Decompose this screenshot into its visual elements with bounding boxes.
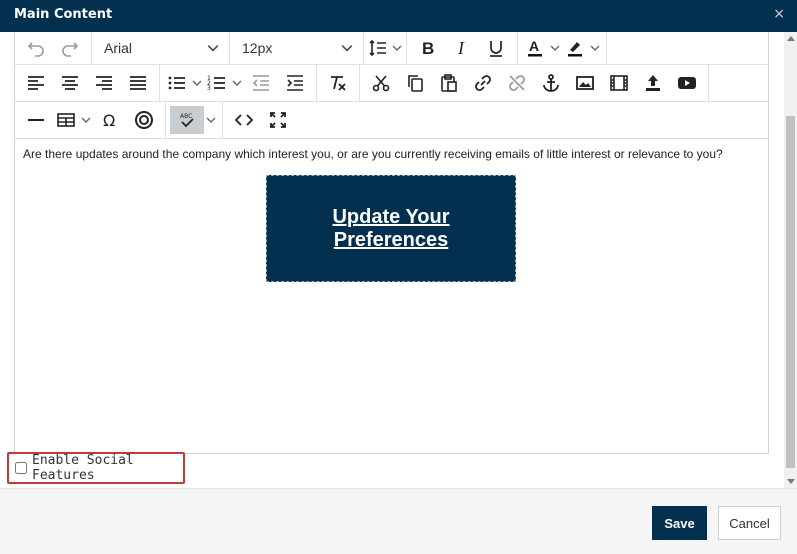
- table-icon[interactable]: [53, 106, 79, 134]
- outdent-icon[interactable]: [244, 69, 278, 97]
- svg-text:A: A: [529, 38, 539, 54]
- undo-icon[interactable]: [19, 34, 53, 62]
- chevron-down-icon[interactable]: [79, 106, 93, 134]
- upload-icon[interactable]: [636, 69, 670, 97]
- align-center-icon[interactable]: [53, 69, 87, 97]
- chevron-down-icon[interactable]: [548, 34, 562, 62]
- paste-icon[interactable]: [432, 69, 466, 97]
- highlight-color-icon[interactable]: [562, 34, 588, 62]
- view-group: [223, 102, 299, 138]
- font-size-value: 12px: [242, 40, 273, 56]
- text-color-icon[interactable]: A: [522, 34, 548, 62]
- dialog-body: Arial 12px B I A 1 2 3 Ω ABC Are there u…: [0, 32, 797, 488]
- unlink-icon[interactable]: [500, 69, 534, 97]
- line-height-icon[interactable]: [366, 34, 390, 62]
- dialog-footer: Save Cancel: [0, 488, 797, 554]
- chevron-down-icon: [341, 45, 353, 52]
- color-group: A: [518, 32, 607, 64]
- line-height-group: [364, 32, 407, 64]
- youtube-icon[interactable]: [670, 69, 704, 97]
- video-icon[interactable]: [602, 69, 636, 97]
- cut-icon[interactable]: [364, 69, 398, 97]
- scrollbar-thumb[interactable]: [786, 116, 795, 468]
- svg-text:ABC: ABC: [180, 113, 192, 120]
- update-preferences-cta[interactable]: Update Your Preferences: [266, 175, 516, 282]
- body-paragraph: Are there updates around the company whi…: [23, 147, 723, 161]
- clear-formatting-icon[interactable]: [321, 69, 355, 97]
- cta-link[interactable]: Update Your Preferences: [316, 206, 466, 252]
- image-icon[interactable]: [568, 69, 602, 97]
- align-right-icon[interactable]: [87, 69, 121, 97]
- underline-icon[interactable]: [479, 34, 513, 62]
- numbered-list-icon[interactable]: 123: [204, 69, 230, 97]
- toolbar-row-1: Arial 12px B I A: [15, 32, 768, 65]
- clear-format-group: [317, 65, 360, 101]
- chevron-down-icon[interactable]: [230, 69, 244, 97]
- enable-social-features-label[interactable]: Enable Social Features: [32, 453, 183, 483]
- bullet-list-icon[interactable]: [164, 69, 190, 97]
- redo-icon[interactable]: [53, 34, 87, 62]
- align-left-icon[interactable]: [19, 69, 53, 97]
- svg-text:I: I: [457, 38, 465, 58]
- link-icon[interactable]: [466, 69, 500, 97]
- italic-icon[interactable]: I: [445, 34, 479, 62]
- anchor-icon[interactable]: [534, 69, 568, 97]
- target-icon[interactable]: [127, 106, 161, 134]
- font-family-select[interactable]: Arial: [92, 32, 230, 64]
- editor-content[interactable]: Are there updates around the company whi…: [15, 139, 768, 453]
- omega-icon[interactable]: Ω: [93, 106, 127, 134]
- save-button[interactable]: Save: [652, 506, 707, 540]
- cancel-button[interactable]: Cancel: [718, 506, 781, 540]
- alignment-group: [15, 65, 160, 101]
- list-group: 123: [160, 65, 317, 101]
- dialog-title: Main Content: [14, 7, 113, 22]
- chevron-down-icon: [207, 45, 219, 52]
- font-size-select[interactable]: 12px: [230, 32, 364, 64]
- horizontal-rule-icon[interactable]: [19, 106, 53, 134]
- toolbar-row-3: Ω ABC: [15, 102, 768, 139]
- vertical-scrollbar[interactable]: [784, 32, 797, 488]
- history-group: [15, 32, 92, 64]
- svg-text:Ω: Ω: [103, 111, 115, 130]
- scroll-down-arrow-icon[interactable]: [787, 479, 795, 484]
- svg-text:3: 3: [207, 85, 211, 92]
- text-style-group: B I: [407, 32, 518, 64]
- toolbar-row-2: 123: [15, 65, 768, 102]
- enable-social-features-row: Enable Social Features: [7, 452, 185, 484]
- rich-text-editor: Arial 12px B I A 1 2 3 Ω ABC Are there u…: [14, 32, 769, 454]
- spellcheck-icon[interactable]: ABC: [170, 106, 204, 134]
- bold-icon[interactable]: B: [411, 34, 445, 62]
- chevron-down-icon[interactable]: [190, 69, 204, 97]
- chevron-down-icon[interactable]: [390, 34, 404, 62]
- font-family-value: Arial: [104, 40, 133, 56]
- dialog-titlebar: Main Content ×: [0, 0, 797, 32]
- chevron-down-icon[interactable]: [204, 106, 218, 134]
- indent-icon[interactable]: [278, 69, 312, 97]
- close-icon[interactable]: ×: [773, 6, 785, 22]
- svg-text:B: B: [422, 39, 434, 58]
- justify-icon[interactable]: [121, 69, 155, 97]
- copy-icon[interactable]: [398, 69, 432, 97]
- enable-social-features-checkbox[interactable]: [15, 462, 27, 474]
- main-content-dialog: Main Content × Arial 12px B I A 1 2 3 Ω …: [0, 0, 797, 554]
- chevron-down-icon[interactable]: [588, 34, 602, 62]
- clipboard-media-group: [360, 65, 709, 101]
- fullscreen-icon[interactable]: [261, 106, 295, 134]
- scroll-up-arrow-icon[interactable]: [787, 36, 795, 41]
- insert-group: Ω: [15, 102, 166, 138]
- spellcheck-group: ABC: [166, 102, 223, 138]
- code-view-icon[interactable]: [227, 106, 261, 134]
